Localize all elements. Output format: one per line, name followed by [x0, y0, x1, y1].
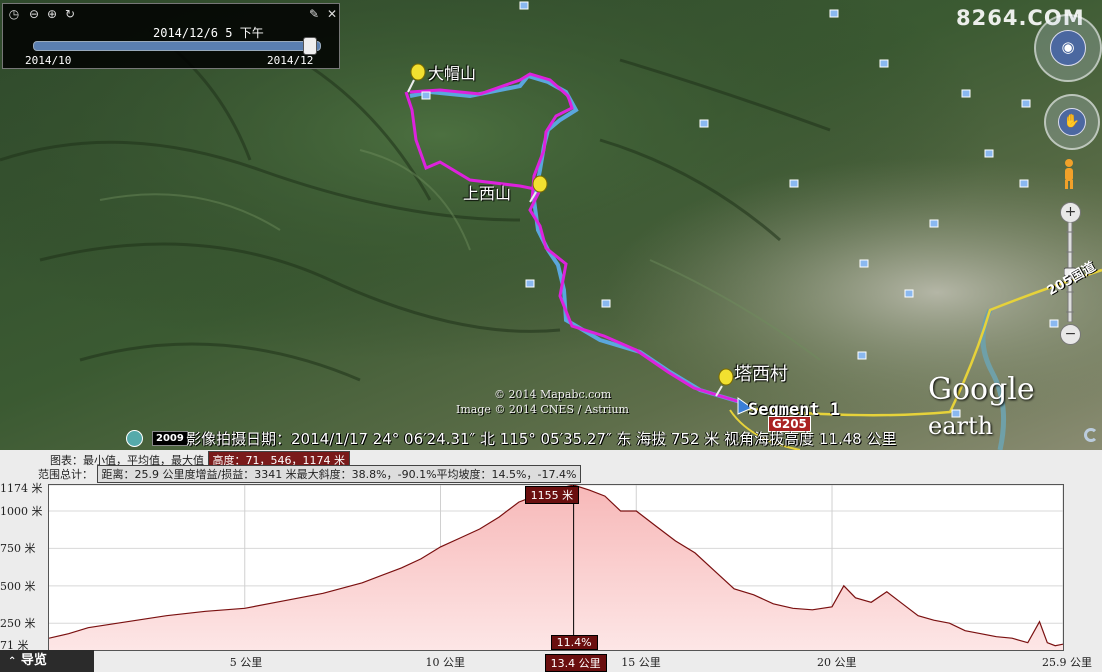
cursor-slope-tip: 11.4% — [550, 635, 598, 650]
chevron-up-icon: ⌃ — [8, 656, 17, 667]
street-view-pegman-icon[interactable] — [1062, 158, 1076, 190]
y-tick-label: 1000 米 — [0, 505, 43, 519]
eye-icon[interactable]: ◉ — [1050, 30, 1086, 66]
tour-button-label: 导览 — [20, 653, 47, 668]
time-slider[interactable] — [33, 37, 321, 55]
place-label-taxicun[interactable]: 塔西村 — [734, 360, 788, 386]
time-slider-panel: ◷ ⊖ ⊕ ↻ ✎ ✕ 2014/12/6 5 下午 2014/10 2014/… — [2, 3, 340, 69]
y-tick-label: 1174 米 — [0, 482, 43, 495]
x-tick-label: 25.9 公里 — [1042, 656, 1092, 669]
elevation-area — [49, 485, 1063, 650]
stats-range-value: 距离：25.9 公里度增益/损益：3341 米最大斜度：38.8%，-90.1%… — [96, 465, 582, 483]
elevation-chart-svg[interactable] — [48, 484, 1064, 651]
zoom-in-icon[interactable]: ⊕ — [45, 7, 59, 21]
current-date: 2014/12/6 5 下午 — [153, 26, 264, 40]
historical-imagery-icon[interactable] — [126, 430, 143, 447]
status-text: 影像拍摄日期：2014/1/17 24° 06′24.31″ 北 115° 05… — [186, 430, 897, 448]
x-tick-label: 10 公里 — [425, 656, 466, 669]
zoom-in-button[interactable]: + — [1060, 202, 1081, 223]
stats-row-range: 范围总计： 距离：25.9 公里度增益/损益：3341 米最大斜度：38.8%，… — [38, 465, 582, 483]
copyright-line1: © 2014 Mapabc.com — [494, 388, 612, 401]
x-tick-label: 20 公里 — [817, 656, 857, 669]
y-tick-label: 750 米 — [0, 542, 36, 556]
place-label-shangxishan[interactable]: 上西山 — [463, 180, 511, 204]
zoom-out-button[interactable]: − — [1060, 324, 1081, 345]
elevation-profile-panel: 图表：最小值，平均值，最大值 高度：71，546，1174 米 范围总计： 距离… — [0, 450, 1102, 672]
x-tick-label: 5 公里 — [229, 656, 263, 669]
range-end: 2014/12 — [267, 54, 314, 67]
refresh-icon[interactable]: ↻ — [63, 7, 77, 21]
range-start: 2014/10 — [25, 54, 72, 67]
google-earth-window: ◷ ⊖ ⊕ ↻ ✎ ✕ 2014/12/6 5 下午 2014/10 2014/… — [0, 0, 1102, 672]
look-control[interactable]: ◉ — [1034, 14, 1102, 82]
hand-icon[interactable]: ✋ — [1058, 108, 1086, 136]
y-tick-label: 250 米 — [0, 617, 36, 631]
move-control[interactable]: ✋ — [1044, 94, 1100, 150]
zoom-out-icon[interactable]: ⊖ — [27, 7, 41, 21]
map-view[interactable]: ◷ ⊖ ⊕ ↻ ✎ ✕ 2014/12/6 5 下午 2014/10 2014/… — [0, 0, 1102, 450]
time-slider-knob[interactable] — [303, 37, 317, 55]
wrench-icon[interactable]: ✎ — [307, 7, 321, 21]
loading-spinner-icon — [1084, 428, 1098, 442]
close-icon[interactable]: ✕ — [325, 7, 339, 21]
logo-google-text: Google — [928, 372, 1035, 407]
y-tick-label: 500 米 — [0, 579, 36, 593]
copyright-line2: Image © 2014 CNES / Astrium — [456, 403, 629, 416]
status-bar: 2009 影像拍摄日期：2014/1/17 24° 06′24.31″ 北 11… — [0, 428, 1102, 448]
cursor-elevation-tip: 1155 米 — [524, 486, 580, 504]
x-tick-label: 15 公里 — [621, 656, 661, 669]
tour-button[interactable]: ⌃ 导览 — [0, 650, 94, 672]
stats-range-label: 范围总计： — [38, 468, 93, 481]
place-label-damaoshan[interactable]: 大帽山 — [428, 60, 476, 84]
clock-icon[interactable]: ◷ — [7, 7, 21, 21]
cursor-distance-tip: 13.4 公里 — [544, 654, 607, 672]
year-badge: 2009 — [152, 431, 188, 446]
elevation-chart[interactable] — [48, 484, 1064, 651]
